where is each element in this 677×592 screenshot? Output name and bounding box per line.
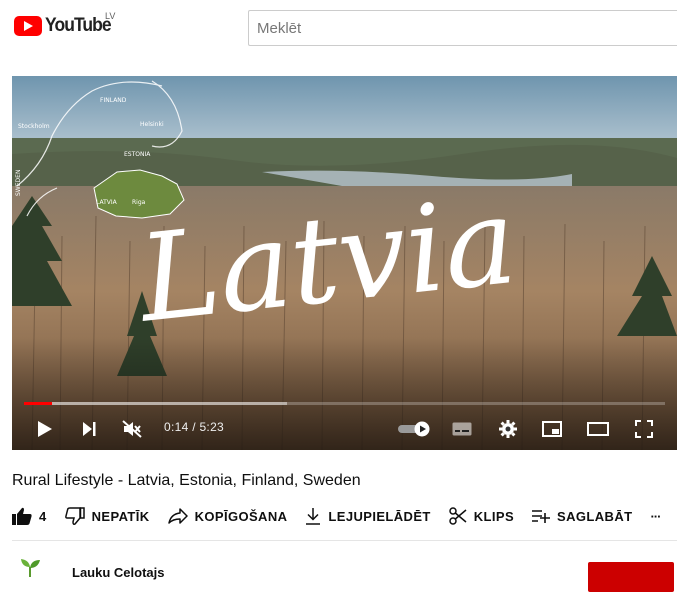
share-icon [167,508,188,524]
svg-text:SWEDEN: SWEDEN [15,170,22,196]
autoplay-toggle[interactable] [396,414,432,444]
thumbs-down-icon [64,507,85,525]
youtube-logo-icon [14,16,42,36]
top-bar: YouTube LV [0,0,677,56]
download-icon [306,508,321,525]
video-frame: FINLAND Helsinki Stockholm ESTONIA SWEDE… [12,76,677,450]
svg-text:ESTONIA: ESTONIA [124,151,151,158]
subscribe-button[interactable] [588,562,674,592]
mute-button[interactable] [118,414,146,444]
more-actions-icon: ··· [650,508,661,524]
share-button[interactable]: KOPĪGOŠANA [167,508,288,524]
dislike-label: NEPATĪK [91,508,150,524]
divider [12,540,677,541]
save-button[interactable]: SAGLABĀT [532,508,632,524]
country-code: LV [105,11,116,21]
svg-text:Riga: Riga [132,199,146,206]
playlist-add-icon [532,510,551,523]
thumbs-up-icon [12,507,32,525]
clip-button[interactable]: KLIPS [449,507,514,525]
like-button[interactable]: 4 [12,507,47,525]
channel-avatar[interactable] [18,555,44,581]
search-input[interactable] [248,10,677,46]
autoplay-toggle-icon [398,421,430,437]
clip-label: KLIPS [473,508,515,524]
download-button[interactable]: LEJUPIELĀDĒT [305,507,430,525]
action-bar: 4 NEPATĪK KOPĪGOŠANA LEJUPIELĀDĒT KLIPS … [12,504,661,528]
subtitles-icon [452,422,472,436]
settings-button[interactable] [494,414,522,444]
youtube-logo[interactable]: YouTube [14,15,116,37]
fullscreen-button[interactable] [630,414,658,444]
miniplayer-button[interactable] [538,414,566,444]
next-button[interactable] [76,414,102,444]
fullscreen-icon [635,420,653,438]
save-label: SAGLABĀT [557,508,633,524]
progress-bar[interactable] [24,402,665,405]
scissors-icon [449,507,467,525]
play-icon [38,421,52,437]
svg-text:FINLAND: FINLAND [100,97,127,104]
more-actions-button[interactable]: ··· [650,508,661,524]
download-label: LEJUPIELĀDĒT [328,508,431,524]
svg-text:Helsinki: Helsinki [140,121,164,128]
play-button[interactable] [32,414,58,444]
channel-name[interactable]: Lauku Celotajs [72,565,164,580]
progress-buffer [24,402,287,405]
svg-text:LATVIA: LATVIA [96,199,118,206]
subtitles-button[interactable] [448,414,476,444]
mute-icon [122,420,142,438]
dislike-button[interactable]: NEPATĪK [64,507,150,525]
theater-mode-icon [587,422,609,436]
settings-gear-icon [499,420,517,438]
sprout-logo-icon [21,559,40,577]
next-icon [83,422,96,436]
video-player[interactable]: FINLAND Helsinki Stockholm ESTONIA SWEDE… [12,76,677,450]
miniplayer-icon [542,421,562,437]
logo-text: YouTube [45,15,112,36]
share-label: KOPĪGOŠANA [194,508,288,524]
time-display: 0:14 / 5:23 [164,420,225,434]
svg-text:Stockholm: Stockholm [18,123,50,130]
theater-mode-button[interactable] [584,414,612,444]
progress-played [24,402,53,405]
like-count: 4 [39,508,47,524]
video-title: Rural Lifestyle - Latvia, Estonia, Finla… [12,472,361,489]
